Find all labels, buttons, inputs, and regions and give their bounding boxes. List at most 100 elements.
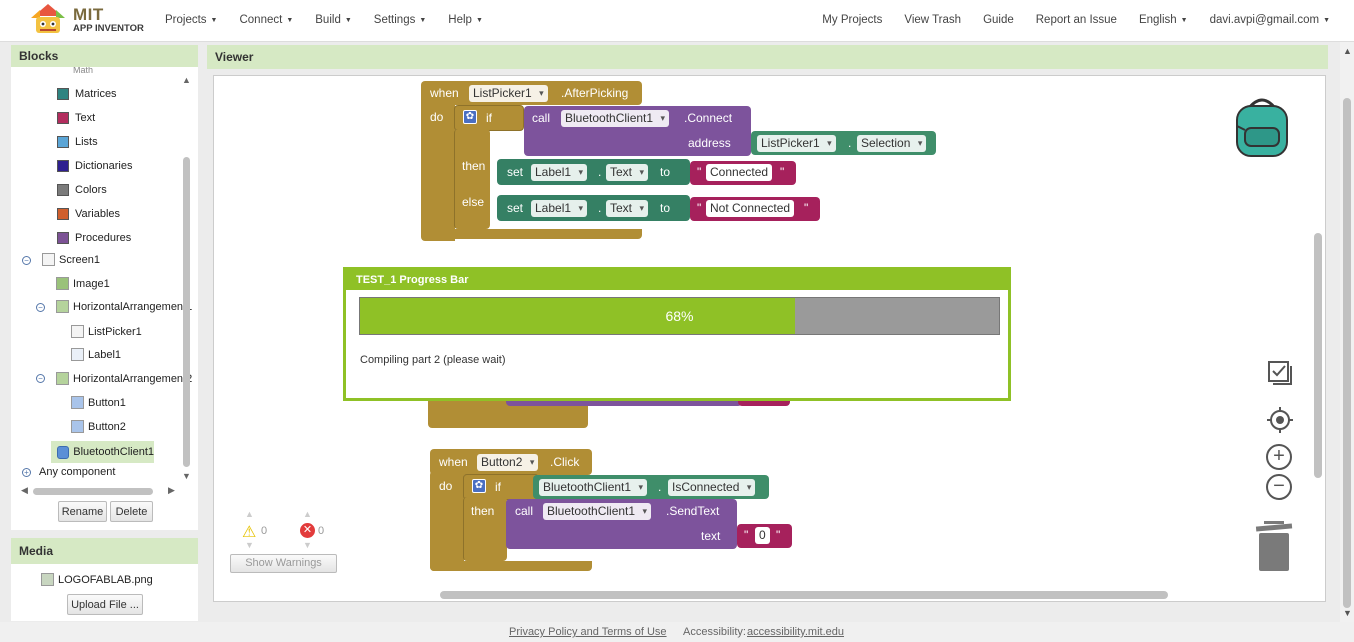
account-label: davi.avpi@gmail.com — [1209, 14, 1320, 26]
upload-file-button[interactable]: Upload File ... — [67, 594, 143, 615]
page-scroll-down-icon[interactable]: ▼ — [1343, 608, 1352, 618]
caret-down-icon: ▼ — [419, 17, 427, 24]
menu-connect[interactable]: Connect ▼ — [239, 14, 293, 26]
menu-projects[interactable]: Projects ▼ — [165, 14, 217, 26]
tree-item-horizontalarrangement2[interactable]: HorizontalArrangement2 — [56, 372, 192, 385]
listpicker-dropdown[interactable]: ListPicker1 — [757, 135, 836, 152]
bluetooth-component-dropdown[interactable]: BluetoothClient1 — [543, 503, 652, 520]
label-component-dropdown[interactable]: Label1 — [531, 200, 588, 217]
viewer-header: Viewer — [207, 45, 1328, 69]
bluetooth-icon — [57, 445, 70, 459]
tree-item-label: Dictionaries — [75, 160, 133, 172]
text-property-dropdown[interactable]: Text — [606, 200, 649, 217]
tree-item-button1[interactable]: Button1 — [71, 396, 126, 409]
connect-method-label: .Connect — [684, 111, 733, 125]
media-item-label: LOGOFABLAB.png — [58, 573, 153, 586]
zoom-in-icon[interactable]: + — [1266, 444, 1292, 470]
error-next-arrow-icon[interactable]: ▼ — [303, 540, 312, 550]
accessibility-link[interactable]: accessibility.mit.edu — [747, 626, 844, 638]
language-label: English — [1138, 14, 1177, 26]
tree-item-button2[interactable]: Button2 — [71, 420, 126, 433]
workspace-hscroll-thumb[interactable] — [440, 591, 1168, 599]
show-warnings-button[interactable]: Show Warnings — [230, 554, 337, 573]
tree-item-listpicker1[interactable]: ListPicker1 — [71, 325, 142, 338]
bluetooth-component-dropdown[interactable]: BluetoothClient1 — [561, 110, 670, 127]
collapse-harr1-icon[interactable]: − — [36, 303, 45, 312]
collapse-screen1-icon[interactable]: − — [22, 256, 31, 265]
collapse-harr2-icon[interactable]: − — [36, 374, 45, 383]
footer: Privacy Policy and Terms of Use Accessib… — [0, 622, 1354, 642]
tree-item-label1[interactable]: Label1 — [71, 348, 121, 361]
backpack-icon[interactable] — [1231, 94, 1293, 158]
scroll-left-icon[interactable]: ◀ — [21, 485, 28, 496]
scroll-up-icon[interactable]: ▲ — [182, 75, 191, 85]
page-vscroll-track[interactable]: ▲ ▼ — [1340, 42, 1354, 622]
warning-prev-arrow-icon[interactable]: ▲ — [245, 509, 254, 519]
text-literal-field[interactable]: Not Connected — [706, 200, 795, 217]
text-literal-field[interactable]: 0 — [755, 527, 770, 544]
component-dropdown[interactable]: ListPicker1 — [469, 85, 548, 102]
text-literal-field[interactable]: Connected — [706, 164, 773, 181]
menu-help-label: Help — [448, 14, 472, 26]
tree-item-math-partial[interactable]: Math — [73, 67, 93, 75]
recenter-target-icon[interactable] — [1266, 406, 1294, 434]
tree-item-text[interactable]: Text — [57, 112, 95, 124]
view-trash-link[interactable]: View Trash — [904, 14, 961, 26]
menu-build[interactable]: Build ▼ — [315, 14, 352, 26]
tree-item-label: BluetoothClient1 — [73, 446, 154, 458]
top-bar: MIT APP INVENTOR Projects ▼ Connect ▼ Buil… — [0, 0, 1354, 42]
report-issue-link[interactable]: Report an Issue — [1036, 14, 1117, 26]
mutator-gear-icon[interactable]: ✿ — [463, 110, 477, 124]
label-component-dropdown[interactable]: Label1 — [531, 164, 588, 181]
trash-can-icon[interactable] — [1254, 521, 1294, 573]
progress-dialog-title: TEST_1 Progress Bar — [346, 270, 1008, 290]
expand-any-component-icon[interactable]: + — [22, 468, 31, 477]
guide-link[interactable]: Guide — [983, 14, 1014, 26]
open-quote-icon: " — [697, 165, 702, 179]
zoom-out-icon[interactable]: − — [1266, 474, 1292, 500]
tree-item-image1[interactable]: Image1 — [56, 277, 110, 290]
page-scroll-up-icon[interactable]: ▲ — [1343, 46, 1352, 56]
error-prev-arrow-icon[interactable]: ▲ — [303, 509, 312, 519]
isconnected-property-dropdown[interactable]: IsConnected — [668, 479, 756, 496]
scroll-down-icon[interactable]: ▼ — [182, 471, 191, 481]
cleanup-arrange-icon[interactable] — [1267, 360, 1293, 386]
delete-button[interactable]: Delete — [110, 501, 153, 522]
tree-item-any-component[interactable]: Any component — [39, 466, 115, 478]
page-vscroll-thumb[interactable] — [1343, 98, 1351, 608]
my-projects-link[interactable]: My Projects — [822, 14, 882, 26]
tree-item-horizontalarrangement1[interactable]: HorizontalArrangement1 — [56, 300, 192, 313]
menu-help[interactable]: Help ▼ — [448, 14, 483, 26]
close-quote-icon: " — [780, 165, 785, 179]
selection-property-dropdown[interactable]: Selection — [857, 135, 927, 152]
tree-item-procedures[interactable]: Procedures — [57, 232, 131, 244]
account-menu[interactable]: davi.avpi@gmail.com ▼ — [1210, 14, 1330, 26]
tree-item-variables[interactable]: Variables — [57, 208, 120, 220]
logo-subtitle: APP INVENTOR — [73, 23, 144, 34]
scroll-right-icon[interactable]: ▶ — [168, 485, 175, 496]
language-menu[interactable]: English ▼ — [1139, 14, 1188, 26]
warning-next-arrow-icon[interactable]: ▼ — [245, 540, 254, 550]
app-inventor-logo[interactable]: MIT APP INVENTOR — [28, 2, 148, 38]
media-item-logofablab[interactable]: LOGOFABLAB.png — [41, 573, 153, 586]
bluetooth-component-dropdown[interactable]: BluetoothClient1 — [539, 479, 648, 496]
privacy-policy-link[interactable]: Privacy Policy and Terms of Use — [509, 626, 667, 638]
mutator-gear-icon[interactable]: ✿ — [472, 479, 486, 493]
workspace-vscroll-thumb[interactable] — [1314, 233, 1322, 478]
errors-count: 0 — [318, 525, 325, 537]
tree-item-lists[interactable]: Lists — [57, 136, 98, 148]
tree-item-matrices[interactable]: Matrices — [57, 88, 117, 100]
caret-down-icon: ▼ — [344, 17, 352, 24]
tree-item-screen1[interactable]: Screen1 — [42, 253, 100, 266]
blocks-tree-vscroll-thumb[interactable] — [183, 157, 190, 467]
to-label: to — [660, 165, 671, 179]
tree-item-dictionaries[interactable]: Dictionaries — [57, 160, 132, 172]
tree-item-bluetoothclient1[interactable]: BluetoothClient1 — [51, 441, 154, 463]
menu-settings[interactable]: Settings ▼ — [374, 14, 427, 26]
text-property-dropdown[interactable]: Text — [606, 164, 649, 181]
tree-item-colors[interactable]: Colors — [57, 184, 107, 196]
blocks-tree-hscroll-thumb[interactable] — [33, 488, 153, 495]
rename-button[interactable]: Rename — [58, 501, 107, 522]
when-label: when — [430, 86, 459, 100]
component-dropdown[interactable]: Button2 — [477, 454, 539, 471]
